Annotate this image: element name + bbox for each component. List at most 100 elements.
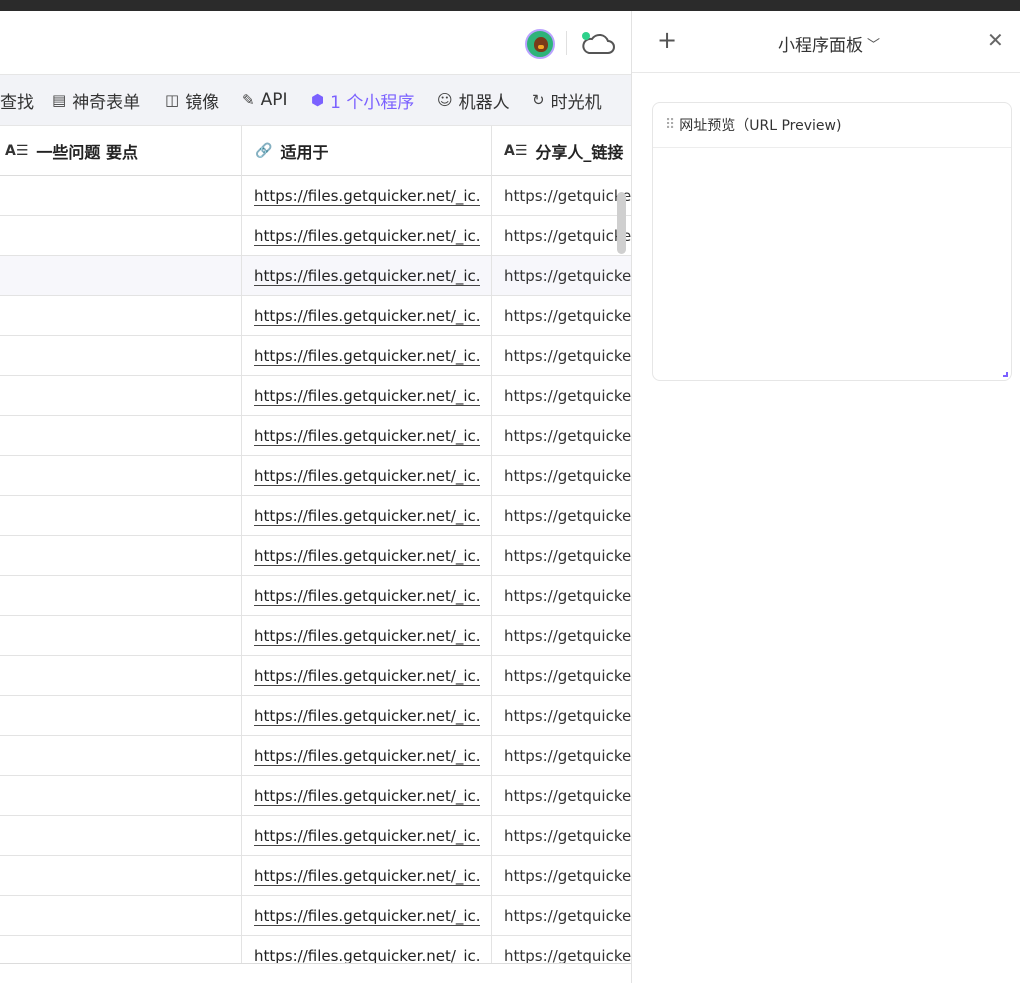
applies-to-cell[interactable]: https://files.getquicker.net/_ic... bbox=[254, 856, 480, 895]
column-header-applies-to[interactable]: 🔗 适用于 bbox=[255, 126, 328, 176]
url-link[interactable]: https://files.getquicker.net/_ic... bbox=[254, 507, 480, 525]
sharer-link-cell[interactable]: https://getquicker bbox=[504, 776, 631, 815]
table-row[interactable]: https://files.getquicker.net/_ic... https… bbox=[0, 576, 631, 616]
url-link[interactable]: https://files.getquicker.net/_ic... bbox=[254, 627, 480, 645]
sharer-link-cell[interactable]: https://getquicker bbox=[504, 816, 631, 855]
sharer-link-cell[interactable]: https://getquicker bbox=[504, 656, 631, 695]
url-preview-widget[interactable]: ⠿ 网址预览（URL Preview) bbox=[652, 102, 1012, 381]
url-link[interactable]: https://files.getquicker.net/_ic... bbox=[254, 667, 480, 685]
sharer-link-cell[interactable]: https://getquicker bbox=[504, 256, 631, 295]
applies-to-cell[interactable]: https://files.getquicker.net/_ic... bbox=[254, 736, 480, 775]
vertical-scrollbar[interactable] bbox=[617, 192, 626, 254]
toolbar-widget[interactable]: ⬢ 1 个小程序 bbox=[311, 89, 414, 113]
column-header-sharer-link[interactable]: A☰ 分享人_链接 bbox=[504, 126, 623, 176]
table-row[interactable]: https://files.getquicker.net/_ic... https… bbox=[0, 736, 631, 776]
table-row[interactable]: https://files.getquicker.net/_ic... https… bbox=[0, 616, 631, 656]
url-link[interactable]: https://files.getquicker.net/_ic... bbox=[254, 707, 480, 725]
url-link[interactable]: https://files.getquicker.net/_ic... bbox=[254, 347, 480, 365]
url-link[interactable]: https://files.getquicker.net/_ic... bbox=[254, 307, 480, 325]
url-link[interactable]: https://files.getquicker.net/_ic... bbox=[254, 547, 480, 565]
applies-to-cell[interactable]: https://files.getquicker.net/_ic... bbox=[254, 296, 480, 335]
url-link[interactable]: https://files.getquicker.net/_ic... bbox=[254, 187, 480, 205]
toolbar-api-label: API bbox=[260, 90, 288, 110]
applies-to-cell[interactable]: https://files.getquicker.net/_ic... bbox=[254, 536, 480, 575]
applies-to-cell[interactable]: https://files.getquicker.net/_ic... bbox=[254, 216, 480, 255]
applies-to-cell[interactable]: https://files.getquicker.net/_ic... bbox=[254, 656, 480, 695]
sharer-link-cell[interactable]: https://getquicker bbox=[504, 856, 631, 895]
sharer-link-cell[interactable]: https://getquicker bbox=[504, 736, 631, 775]
applies-to-cell[interactable]: https://files.getquicker.net/_ic... bbox=[254, 376, 480, 415]
table-row[interactable]: https://files.getquicker.net/_ic... https… bbox=[0, 376, 631, 416]
url-link[interactable]: https://files.getquicker.net/_ic... bbox=[254, 747, 480, 765]
toolbar-form[interactable]: ▤ 神奇表单 bbox=[52, 89, 140, 113]
close-icon[interactable]: ✕ bbox=[987, 29, 1004, 51]
applies-to-cell[interactable]: https://files.getquicker.net/_ic... bbox=[254, 576, 480, 615]
applies-to-cell[interactable]: https://files.getquicker.net/_ic... bbox=[254, 616, 480, 655]
table-row[interactable]: https://files.getquicker.net/_ic... https… bbox=[0, 176, 631, 216]
toolbar-find[interactable]: 查找 bbox=[0, 89, 34, 113]
applies-to-cell[interactable]: https://files.getquicker.net/_ic... bbox=[254, 456, 480, 495]
url-link[interactable]: https://files.getquicker.net/_ic... bbox=[254, 947, 480, 964]
table-row[interactable]: https://files.getquicker.net/_ic... https… bbox=[0, 216, 631, 256]
sharer-link-cell[interactable]: https://getquicker bbox=[504, 296, 631, 335]
table-row[interactable]: https://files.getquicker.net/_ic... https… bbox=[0, 936, 631, 964]
url-link[interactable]: https://files.getquicker.net/_ic... bbox=[254, 587, 480, 605]
applies-to-cell[interactable]: https://files.getquicker.net/_ic... bbox=[254, 776, 480, 815]
applies-to-cell[interactable]: https://files.getquicker.net/_ic... bbox=[254, 936, 480, 964]
applies-to-cell[interactable]: https://files.getquicker.net/_ic... bbox=[254, 896, 480, 935]
table-row[interactable]: https://files.getquicker.net/_ic... https… bbox=[0, 656, 631, 696]
table-row[interactable]: https://files.getquicker.net/_ic... https… bbox=[0, 816, 631, 856]
url-link[interactable]: https://files.getquicker.net/_ic... bbox=[254, 227, 480, 245]
applies-to-cell[interactable]: https://files.getquicker.net/_ic... bbox=[254, 416, 480, 455]
sharer-link-cell[interactable]: https://getquicker bbox=[504, 896, 631, 935]
drag-handle-icon[interactable]: ⠿ bbox=[665, 117, 675, 133]
resize-handle-icon[interactable] bbox=[1003, 372, 1008, 377]
cloud-sync-icon[interactable] bbox=[580, 31, 616, 57]
url-link[interactable]: https://files.getquicker.net/_ic... bbox=[254, 867, 480, 885]
user-avatar[interactable] bbox=[525, 29, 555, 59]
table-row[interactable]: https://files.getquicker.net/_ic... https… bbox=[0, 896, 631, 936]
applies-to-cell[interactable]: https://files.getquicker.net/_ic... bbox=[254, 816, 480, 855]
table-row[interactable]: https://files.getquicker.net/_ic... https… bbox=[0, 256, 631, 296]
applies-to-cell[interactable]: https://files.getquicker.net/_ic... bbox=[254, 256, 480, 295]
url-link[interactable]: https://files.getquicker.net/_ic... bbox=[254, 787, 480, 805]
table-row[interactable]: https://files.getquicker.net/_ic... https… bbox=[0, 336, 631, 376]
sharer-link-cell[interactable]: https://getquicker bbox=[504, 416, 631, 455]
sharer-link-cell[interactable]: https://getquicker bbox=[504, 696, 631, 735]
url-link[interactable]: https://files.getquicker.net/_ic... bbox=[254, 467, 480, 485]
sharer-link-cell[interactable]: https://getquicker bbox=[504, 456, 631, 495]
toolbar-api[interactable]: ✎ API bbox=[242, 89, 287, 111]
sharer-link-cell[interactable]: https://getquicker bbox=[504, 376, 631, 415]
sharer-link-cell[interactable]: https://getquicker bbox=[504, 176, 631, 215]
url-link[interactable]: https://files.getquicker.net/_ic... bbox=[254, 907, 480, 925]
sharer-link-cell[interactable]: https://getquicker bbox=[504, 496, 631, 535]
url-link[interactable]: https://files.getquicker.net/_ic... bbox=[254, 827, 480, 845]
add-widget-icon[interactable]: + bbox=[657, 28, 677, 52]
sharer-link-cell[interactable]: https://getquicker bbox=[504, 216, 631, 255]
table-row[interactable]: https://files.getquicker.net/_ic... https… bbox=[0, 536, 631, 576]
toolbar-robot[interactable]: ☺ 机器人 bbox=[437, 89, 510, 113]
url-link[interactable]: https://files.getquicker.net/_ic... bbox=[254, 387, 480, 405]
applies-to-cell[interactable]: https://files.getquicker.net/_ic... bbox=[254, 336, 480, 375]
applies-to-cell[interactable]: https://files.getquicker.net/_ic... bbox=[254, 496, 480, 535]
table-row[interactable]: https://files.getquicker.net/_ic... https… bbox=[0, 776, 631, 816]
sharer-link-cell[interactable]: https://getquicker bbox=[504, 536, 631, 575]
table-row[interactable]: https://files.getquicker.net/_ic... https… bbox=[0, 456, 631, 496]
table-row[interactable]: https://files.getquicker.net/_ic... https… bbox=[0, 296, 631, 336]
url-link[interactable]: https://files.getquicker.net/_ic... bbox=[254, 267, 480, 285]
url-link[interactable]: https://files.getquicker.net/_ic... bbox=[254, 427, 480, 445]
table-row[interactable]: https://files.getquicker.net/_ic... https… bbox=[0, 416, 631, 456]
toolbar-history[interactable]: ↻ 时光机 bbox=[532, 89, 602, 113]
sharer-link-cell[interactable]: https://getquicker bbox=[504, 936, 631, 964]
applies-to-cell[interactable]: https://files.getquicker.net/_ic... bbox=[254, 176, 480, 215]
column-header-issues[interactable]: A☰ 一些问题 要点 bbox=[5, 126, 138, 176]
sharer-link-cell[interactable]: https://getquicker bbox=[504, 616, 631, 655]
table-row[interactable]: https://files.getquicker.net/_ic... https… bbox=[0, 696, 631, 736]
table-row[interactable]: https://files.getquicker.net/_ic... https… bbox=[0, 496, 631, 536]
toolbar-mirror[interactable]: ◫ 镜像 bbox=[165, 89, 219, 113]
widget-panel-title[interactable]: 小程序面板 ﹀ bbox=[778, 31, 880, 56]
applies-to-cell[interactable]: https://files.getquicker.net/_ic... bbox=[254, 696, 480, 735]
sharer-link-cell[interactable]: https://getquicker bbox=[504, 336, 631, 375]
sharer-link-cell[interactable]: https://getquicker bbox=[504, 576, 631, 615]
table-row[interactable]: https://files.getquicker.net/_ic... https… bbox=[0, 856, 631, 896]
